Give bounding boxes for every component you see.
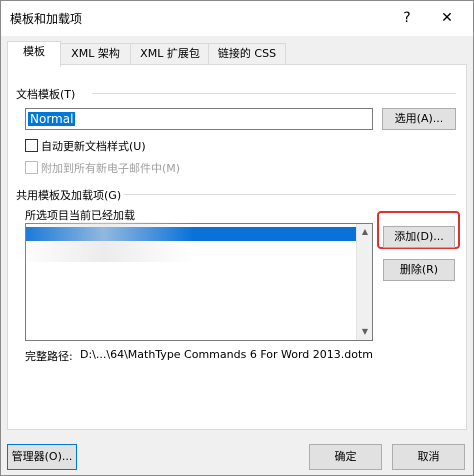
document-template-value: Normal <box>28 112 76 126</box>
organizer-button[interactable]: 管理器(O)... <box>7 444 77 470</box>
attach-email-checkbox[interactable] <box>25 161 38 174</box>
tab-templates[interactable]: 模板 <box>7 41 61 67</box>
scroll-up-icon[interactable]: ▲ <box>357 224 372 240</box>
attach-email-label: 附加到所有新电子邮件中(M) <box>41 162 181 175</box>
full-path-label: 完整路径: <box>25 350 73 363</box>
document-template-label: 文档模板(T) <box>16 88 76 101</box>
blur-overlay <box>14 222 194 262</box>
document-template-field[interactable]: Normal <box>25 108 373 130</box>
remove-button[interactable]: 删除(R) <box>383 259 455 281</box>
help-button[interactable]: ? <box>392 6 422 30</box>
full-path-value: D:\...\64\MathType Commands 6 For Word 2… <box>80 348 374 361</box>
window-title: 模板和加载项 <box>10 12 83 26</box>
listbox-scrollbar[interactable]: ▲ ▼ <box>356 224 372 340</box>
scroll-down-icon[interactable]: ▼ <box>357 324 372 340</box>
auto-update-label: 自动更新文档样式(U) <box>41 140 146 153</box>
auto-update-checkbox[interactable] <box>25 139 38 152</box>
section-divider <box>92 93 456 94</box>
tab-linked-css[interactable]: 链接的 CSS <box>208 43 286 66</box>
ok-button[interactable]: 确定 <box>309 444 382 470</box>
close-button[interactable]: ✕ <box>432 6 462 30</box>
global-templates-label: 共用模板及加载项(G) <box>16 189 122 202</box>
loaded-items-label: 所选项目当前已经加载 <box>25 209 135 222</box>
select-template-button[interactable]: 选用(A)... <box>382 108 456 130</box>
tab-xml-expansion-packs[interactable]: XML 扩展包 <box>130 43 210 66</box>
section-divider <box>124 194 456 195</box>
tab-xml-schema[interactable]: XML 架构 <box>59 43 132 66</box>
cancel-button[interactable]: 取消 <box>392 444 465 470</box>
add-button[interactable]: 添加(D)... <box>383 226 455 248</box>
